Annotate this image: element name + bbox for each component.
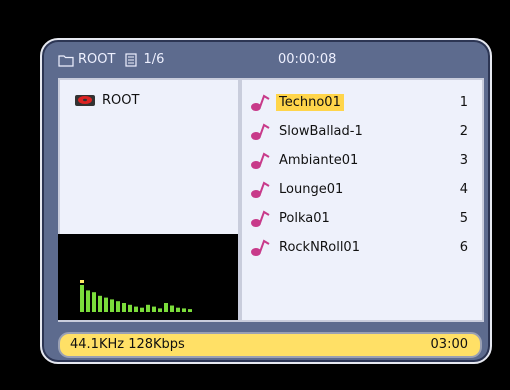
track-number: 6 (459, 240, 468, 255)
root-label: ROOT (102, 92, 140, 108)
track-number: 1 (459, 95, 468, 110)
page-indicator: 1/6 (143, 52, 165, 67)
track-item[interactable]: SlowBallad-1 2 (250, 117, 470, 146)
spectrum-bar (158, 308, 162, 312)
music-note-icon (251, 181, 270, 198)
spectrum-peak (80, 280, 84, 283)
spectrum-bar (152, 306, 156, 312)
track-name: Techno01 (276, 94, 344, 111)
spectrum-bar (146, 304, 150, 312)
track-item[interactable]: RockNRoll01 6 (250, 233, 470, 262)
disc-drive-icon (75, 95, 95, 106)
track-item[interactable]: Lounge01 4 (250, 175, 470, 204)
root-folder-item[interactable]: ROOT (74, 92, 139, 108)
track-name: RockNRoll01 (279, 240, 360, 255)
music-note-icon (251, 152, 270, 169)
spectrum-bar (128, 304, 132, 312)
music-note-icon (251, 123, 270, 140)
spectrum-bar (110, 299, 114, 312)
folder-label: ROOT (78, 52, 116, 67)
track-name: Ambiante01 (279, 153, 359, 168)
track-item[interactable]: Polka01 5 (250, 204, 470, 233)
elapsed-time: 00:00:08 (278, 52, 337, 67)
spectrum-bar (98, 295, 102, 312)
audio-info: 44.1KHz 128Kbps (70, 337, 185, 352)
spectrum-visualizer (58, 234, 238, 320)
spectrum-bar (92, 292, 96, 312)
music-note-icon (251, 239, 270, 256)
spectrum-bar (80, 285, 84, 312)
track-list: Techno01 1 SlowBallad-1 2 Ambiante01 3 Lounge0… (250, 88, 470, 262)
track-name: Polka01 (279, 211, 330, 226)
spectrum-bar (140, 307, 144, 312)
spectrum-bar (182, 308, 186, 312)
track-duration: 03:00 (430, 337, 468, 352)
spectrum-bar (176, 307, 180, 312)
track-name: Lounge01 (279, 182, 344, 197)
header-left: ROOT 1/6 (58, 52, 164, 67)
spectrum-bar (170, 305, 174, 312)
folder-icon (58, 54, 74, 67)
spectrum-bar (104, 297, 108, 312)
header-bar: ROOT 1/6 00:00:08 (58, 44, 468, 74)
track-number: 4 (459, 182, 468, 197)
track-list-panel: Techno01 1 SlowBallad-1 2 Ambiante01 3 Lounge0… (240, 78, 484, 322)
spectrum-bar (188, 309, 192, 312)
spectrum-bar (164, 303, 168, 312)
spectrum-bars (80, 280, 192, 312)
spectrum-bar (122, 303, 126, 312)
spectrum-bar (86, 290, 90, 312)
track-number: 2 (459, 124, 468, 139)
music-note-icon (251, 210, 270, 227)
page-icon (125, 52, 138, 67)
spectrum-bar (116, 301, 120, 312)
track-item[interactable]: Techno01 1 (250, 88, 470, 117)
track-item[interactable]: Ambiante01 3 (250, 146, 470, 175)
music-note-icon (251, 94, 270, 111)
status-bar: 44.1KHz 128Kbps 03:00 (58, 332, 482, 358)
track-name: SlowBallad-1 (279, 124, 363, 139)
track-number: 3 (459, 153, 468, 168)
track-number: 5 (459, 211, 468, 226)
spectrum-bar (134, 306, 138, 312)
